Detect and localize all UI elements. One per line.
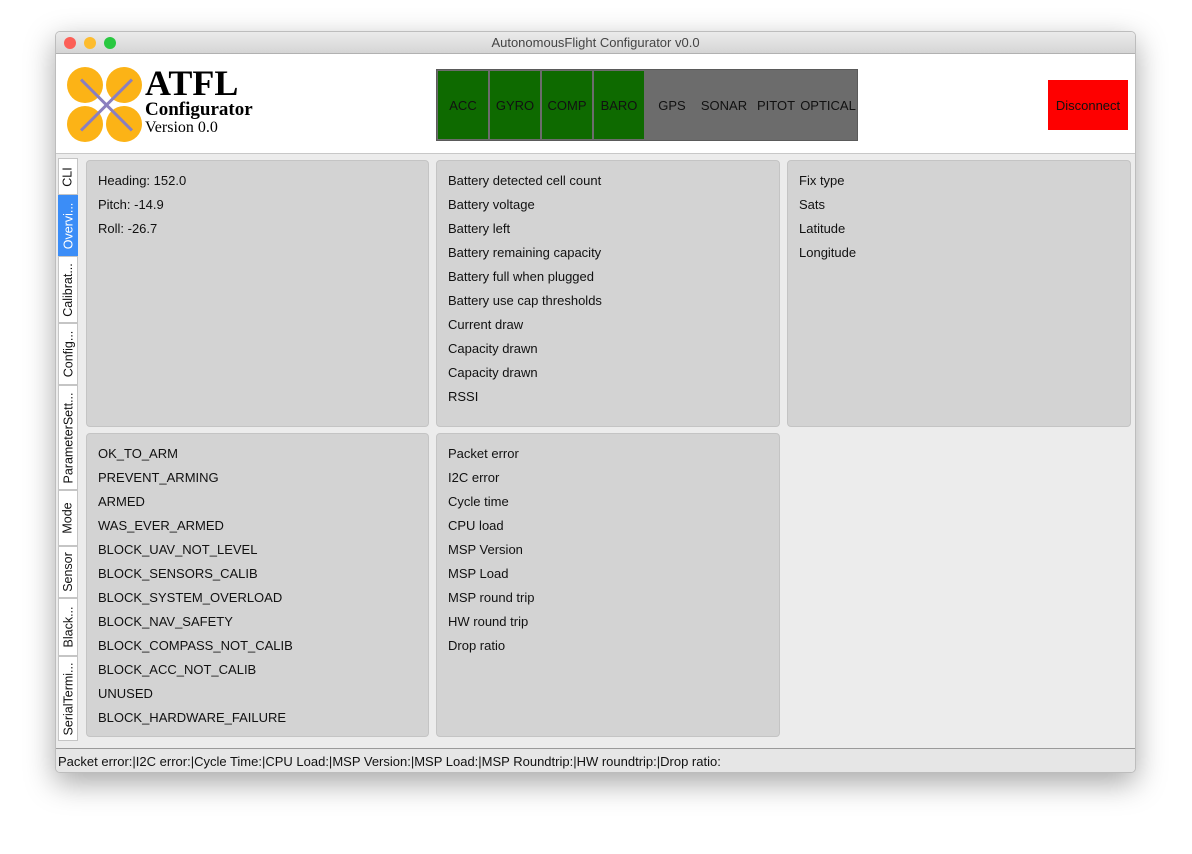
arming-flags-item: ARMED	[98, 494, 145, 509]
attitude-item: Pitch: -14.9	[98, 197, 164, 212]
battery-item: Battery left	[448, 221, 511, 236]
battery-item: Capacity drawn	[448, 365, 538, 380]
maximize-icon[interactable]	[104, 37, 116, 49]
arming-flags-item: OK_TO_ARM	[98, 446, 178, 461]
system-item: HW round trip	[448, 614, 529, 629]
battery-item: Capacity drawn	[448, 341, 538, 356]
battery-item: Battery use cap thresholds	[448, 293, 602, 308]
tab-label: Sensor	[61, 552, 76, 592]
sensor-optical: OPTICAL	[800, 71, 856, 139]
header: ATFL Configurator Version 0.0 ACC GYRO COM…	[56, 54, 1135, 154]
tab-label: CLI	[61, 166, 76, 187]
system-item: MSP Load	[448, 566, 509, 581]
vertical-tab-bar: CLI Overvi... Calibrat... Config... Paramete…	[58, 158, 78, 741]
tab-2[interactable]: Calibrat...	[58, 256, 78, 323]
arming-flags-item: BLOCK_NAV_SAFETY	[98, 614, 233, 629]
drone-logo-icon	[67, 67, 143, 143]
title-bar: AutonomousFlight Configurator v0.0	[56, 32, 1135, 54]
system-item: Drop ratio	[448, 638, 506, 653]
system-item: Cycle time	[448, 494, 509, 509]
arming-flags-item: PREVENT_ARMING	[98, 470, 219, 485]
tab-8[interactable]: SerialTermi...	[58, 656, 78, 741]
tab-label: Black...	[61, 606, 75, 648]
sensor-pitot: PITOT	[750, 71, 802, 139]
brand: ATFL Configurator Version 0.0	[145, 63, 253, 136]
tab-0[interactable]: CLI	[58, 158, 78, 195]
attitude-item: Roll: -26.7	[98, 221, 158, 236]
arming-flags-item: BLOCK_SYSTEM_OVERLOAD	[98, 590, 283, 605]
status-bar: Packet error:|I2C error:|Cycle Time:|CPU…	[56, 748, 1135, 772]
tab-7[interactable]: Black...	[58, 598, 78, 656]
gps-item: Sats	[799, 197, 826, 212]
sensor-gyro: GYRO	[490, 71, 542, 139]
app-window: AutonomousFlight Configurator v0.0 ATFL …	[55, 31, 1136, 773]
sensor-status-bar: ACC GYRO COMP BARO GPS SONAR PITOT OPTICAL	[436, 69, 858, 141]
battery-item: RSSI	[448, 389, 479, 404]
minimize-icon[interactable]	[84, 37, 96, 49]
system-item: CPU load	[448, 518, 504, 533]
sensor-baro: BARO	[594, 71, 646, 139]
brand-version: Version 0.0	[145, 119, 218, 136]
tab-label: Calibrat...	[61, 262, 75, 317]
arming-flags-item: WAS_EVER_ARMED	[98, 518, 224, 533]
gps-item: Latitude	[799, 221, 846, 236]
system-panel: Packet error I2C error Cycle time CPU load M…	[436, 433, 780, 737]
window-title: AutonomousFlight Configurator v0.0	[491, 35, 700, 50]
tab-4[interactable]: ParameterSett...	[58, 385, 78, 490]
tab-label: Overvi...	[61, 202, 76, 249]
battery-item: Battery remaining capacity	[448, 245, 602, 260]
tab-6[interactable]: Sensor	[58, 546, 78, 598]
gps-item: Fix type	[799, 173, 845, 188]
system-item: MSP Version	[448, 542, 523, 557]
gps-item: Longitude	[799, 245, 857, 260]
battery-item: Battery detected cell count	[448, 173, 602, 188]
sensor-sonar: SONAR	[698, 71, 750, 139]
brand-title: ATFL	[145, 63, 239, 103]
tab-label: SerialTermi...	[61, 662, 75, 735]
battery-item: Battery voltage	[448, 197, 535, 212]
sensor-comp: COMP	[542, 71, 594, 139]
arming-flags-item: BLOCK_COMPASS_NOT_CALIB	[98, 638, 293, 653]
system-item: I2C error	[448, 470, 500, 485]
close-icon[interactable]	[64, 37, 76, 49]
arming-flags-item: BLOCK_HARDWARE_FAILURE	[98, 710, 287, 725]
tab-5[interactable]: Mode	[58, 490, 78, 546]
tab-label: Config...	[61, 330, 75, 378]
attitude-panel: Heading: 152.0 Pitch: -14.9 Roll: -26.7	[86, 160, 429, 427]
tab-1[interactable]: Overvi...	[58, 195, 78, 256]
system-item: Packet error	[448, 446, 519, 461]
sensor-acc: ACC	[438, 71, 490, 139]
tab-label: Mode	[61, 502, 75, 534]
arming-flags-item: BLOCK_UAV_NOT_LEVEL	[98, 542, 258, 557]
battery-item: Current draw	[448, 317, 524, 332]
arming-flags-item: BLOCK_SENSORS_CALIB	[98, 566, 258, 581]
disconnect-button[interactable]: Disconnect	[1048, 80, 1128, 130]
system-item: MSP round trip	[448, 590, 535, 605]
gps-panel: Fix type Sats Latitude Longitude	[787, 160, 1131, 427]
brand-subtitle: Configurator	[145, 99, 253, 120]
arming-flags-panel: OK_TO_ARM PREVENT_ARMING ARMED WAS_EVER_ARM…	[86, 433, 429, 737]
arming-flags-item: UNUSED	[98, 686, 153, 701]
attitude-item: Heading: 152.0	[98, 173, 187, 188]
sensor-gps: GPS	[646, 71, 698, 139]
tab-3[interactable]: Config...	[58, 323, 78, 385]
arming-flags-item: BLOCK_ACC_NOT_CALIB	[98, 662, 257, 677]
battery-panel: Battery detected cell count Battery volta…	[436, 160, 780, 427]
tab-label: ParameterSett...	[61, 391, 76, 484]
battery-item: Battery full when plugged	[448, 269, 594, 284]
